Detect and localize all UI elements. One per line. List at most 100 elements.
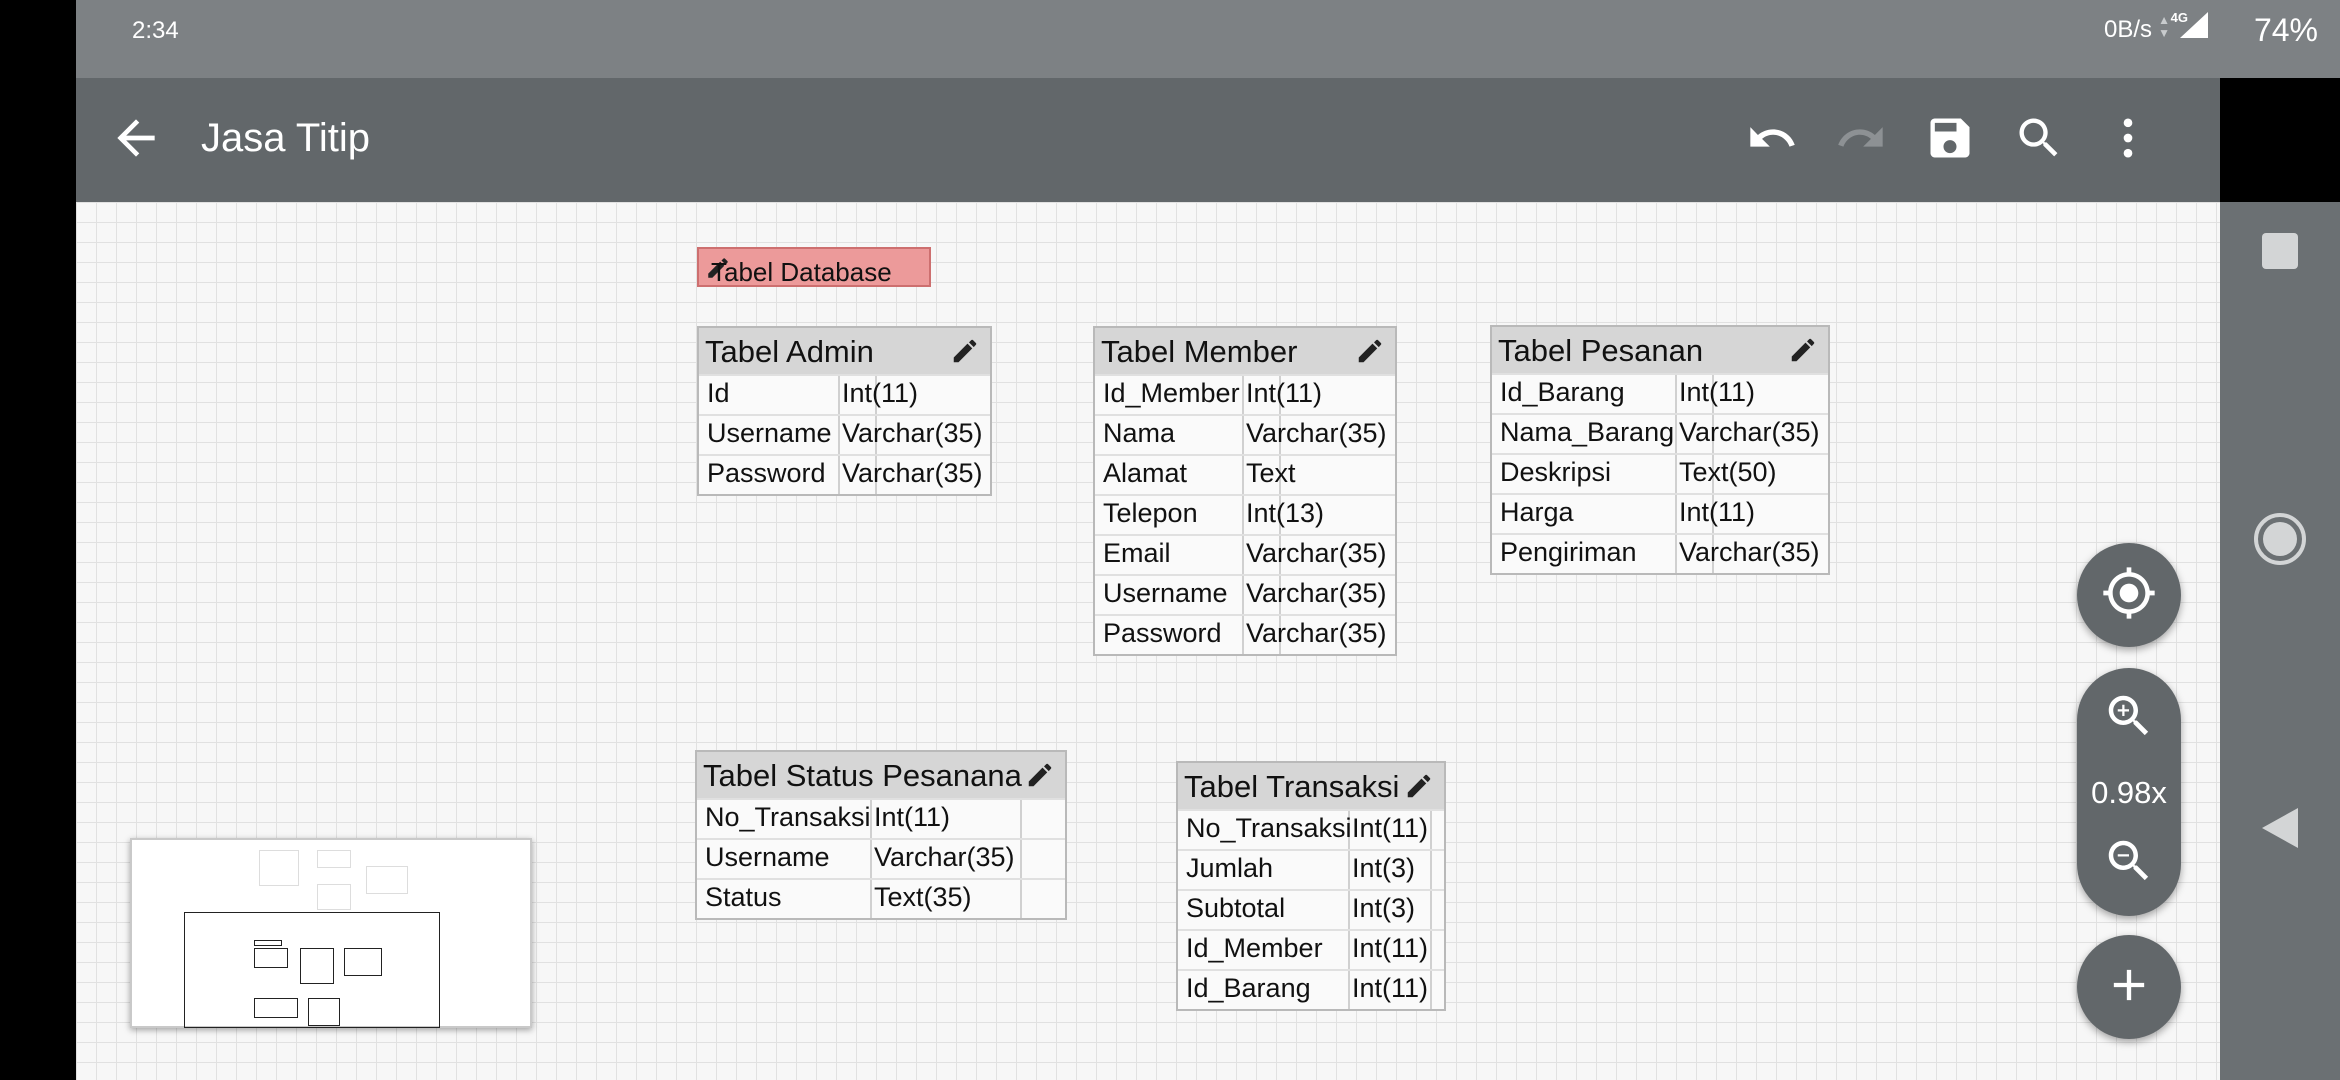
field-type: Int(13)	[1246, 498, 1325, 528]
table-row[interactable]: Email Varchar(35)	[1095, 534, 1395, 574]
pencil-icon[interactable]	[1788, 335, 1818, 365]
table-transaksi[interactable]: Tabel Transaksi No_Transaksi Int(11) Juml…	[1176, 761, 1446, 1011]
back-nav-button[interactable]	[2220, 806, 2340, 855]
circle-icon	[2253, 512, 2307, 571]
signal-icon	[2180, 12, 2208, 43]
table-header: Tabel Pesanan	[1492, 327, 1828, 373]
table-row[interactable]: Id_Member Int(11)	[1095, 374, 1395, 414]
pencil-icon[interactable]	[1025, 760, 1055, 790]
minimap-shape	[254, 948, 288, 968]
field-name: Nama	[1103, 418, 1176, 448]
minimap-shape	[344, 948, 382, 976]
field-name: Subtotal	[1186, 893, 1286, 923]
locate-button[interactable]	[2077, 543, 2181, 647]
table-admin[interactable]: Tabel Admin Id Int(11) Username Varchar(35…	[697, 326, 992, 496]
pencil-icon[interactable]	[1404, 771, 1434, 801]
table-status-pesanan[interactable]: Tabel Status Pesanana No_Transaksi Int(11…	[695, 750, 1067, 920]
more-vert-icon	[2102, 112, 2154, 169]
field-name: Password	[707, 458, 826, 488]
table-title: Tabel Admin	[705, 334, 874, 369]
pencil-icon[interactable]	[1355, 336, 1385, 366]
search-icon	[2013, 112, 2065, 169]
field-type: Varchar(35)	[874, 842, 1015, 872]
field-type: Int(11)	[1352, 933, 1429, 963]
pencil-icon[interactable]	[950, 336, 980, 366]
add-button[interactable]	[2077, 935, 2181, 1039]
field-name: Harga	[1500, 497, 1574, 527]
zoom-in-icon	[2102, 689, 2156, 748]
redo-button[interactable]	[1831, 110, 1891, 170]
table-title: Tabel Pesanan	[1498, 333, 1704, 368]
search-button[interactable]	[2009, 110, 2069, 170]
table-row[interactable]: Id_Barang Int(11)	[1178, 969, 1444, 1009]
table-row[interactable]: Id_Member Int(11)	[1178, 929, 1444, 969]
field-name: Status	[705, 882, 782, 912]
table-member[interactable]: Tabel Member Id_Member Int(11) Nama Varcha…	[1093, 326, 1397, 656]
table-title: Tabel Transaksi	[1184, 769, 1400, 804]
save-button[interactable]	[1920, 110, 1980, 170]
table-row[interactable]: Password Varchar(35)	[1095, 614, 1395, 654]
field-name: Id_Member	[1103, 378, 1240, 408]
table-row[interactable]: Status Text(35)	[697, 878, 1065, 918]
table-row[interactable]: Username Varchar(35)	[1095, 574, 1395, 614]
table-row[interactable]: Username Varchar(35)	[699, 414, 990, 454]
back-button[interactable]	[106, 110, 166, 170]
table-row[interactable]: Nama Varchar(35)	[1095, 414, 1395, 454]
table-title: Tabel Status Pesanana	[703, 758, 1022, 793]
undo-button[interactable]	[1742, 110, 1802, 170]
minimap[interactable]	[130, 838, 532, 1028]
table-row[interactable]: No_Transaksi Int(11)	[697, 798, 1065, 838]
minimap-shape	[254, 998, 298, 1018]
diagram-canvas[interactable]: Tabel Database Tabel Admin Id Int(11) Use…	[76, 202, 2220, 1080]
table-row[interactable]: Jumlah Int(3)	[1178, 849, 1444, 889]
status-time: 2:34	[132, 17, 179, 44]
zoom-out-icon	[2102, 834, 2156, 893]
triangle-back-icon	[2260, 806, 2300, 855]
field-name: Nama_Barang	[1500, 417, 1675, 447]
recents-button[interactable]	[2220, 232, 2340, 275]
field-type: Varchar(35)	[842, 418, 983, 448]
table-header: Tabel Admin	[699, 328, 990, 374]
field-name: Id_Barang	[1186, 973, 1311, 1003]
field-name: Username	[1103, 578, 1228, 608]
table-row[interactable]: Password Varchar(35)	[699, 454, 990, 494]
field-name: Id_Barang	[1500, 377, 1625, 407]
table-row[interactable]: Username Varchar(35)	[697, 838, 1065, 878]
field-name: Id	[707, 378, 730, 408]
zoom-in-button[interactable]	[2099, 688, 2159, 748]
table-row[interactable]: Deskripsi Text(50)	[1492, 453, 1828, 493]
undo-icon	[1746, 112, 1798, 169]
note-tabel-database[interactable]: Tabel Database	[697, 247, 931, 287]
field-name: Deskripsi	[1500, 457, 1612, 487]
minimap-shape	[300, 948, 334, 984]
table-title: Tabel Member	[1101, 334, 1298, 369]
table-row[interactable]: Nama_Barang Varchar(35)	[1492, 413, 1828, 453]
field-type: Varchar(35)	[1246, 578, 1387, 608]
field-name: Telepon	[1103, 498, 1198, 528]
navigation-bar	[2220, 202, 2340, 1080]
field-type: Varchar(35)	[1246, 418, 1387, 448]
table-pesanan[interactable]: Tabel Pesanan Id_Barang Int(11) Nama_Bara…	[1490, 325, 1830, 575]
field-type: Varchar(35)	[1246, 538, 1387, 568]
table-row[interactable]: Telepon Int(13)	[1095, 494, 1395, 534]
more-options-button[interactable]	[2098, 110, 2158, 170]
minimap-shape	[308, 998, 340, 1026]
field-type: Text(35)	[874, 882, 972, 912]
table-header: Tabel Member	[1095, 328, 1395, 374]
table-row[interactable]: Harga Int(11)	[1492, 493, 1828, 533]
table-row[interactable]: Id_Barang Int(11)	[1492, 373, 1828, 413]
table-row[interactable]: Id Int(11)	[699, 374, 990, 414]
table-row[interactable]: Pengiriman Varchar(35)	[1492, 533, 1828, 573]
zoom-out-button[interactable]	[2099, 833, 2159, 893]
data-arrows-icon: ▲ ▼	[2158, 13, 2170, 40]
minimap-shape	[254, 940, 282, 946]
table-row[interactable]: Alamat Text	[1095, 454, 1395, 494]
table-row[interactable]: No_Transaksi Int(11)	[1178, 809, 1444, 849]
field-type: Int(11)	[1679, 377, 1756, 407]
field-type: Int(11)	[874, 802, 951, 832]
home-button[interactable]	[2220, 512, 2340, 571]
my-location-icon	[2101, 565, 2157, 626]
table-row[interactable]: Subtotal Int(3)	[1178, 889, 1444, 929]
save-icon	[1924, 112, 1976, 169]
status-net-speed: 0B/s	[2103, 16, 2152, 43]
